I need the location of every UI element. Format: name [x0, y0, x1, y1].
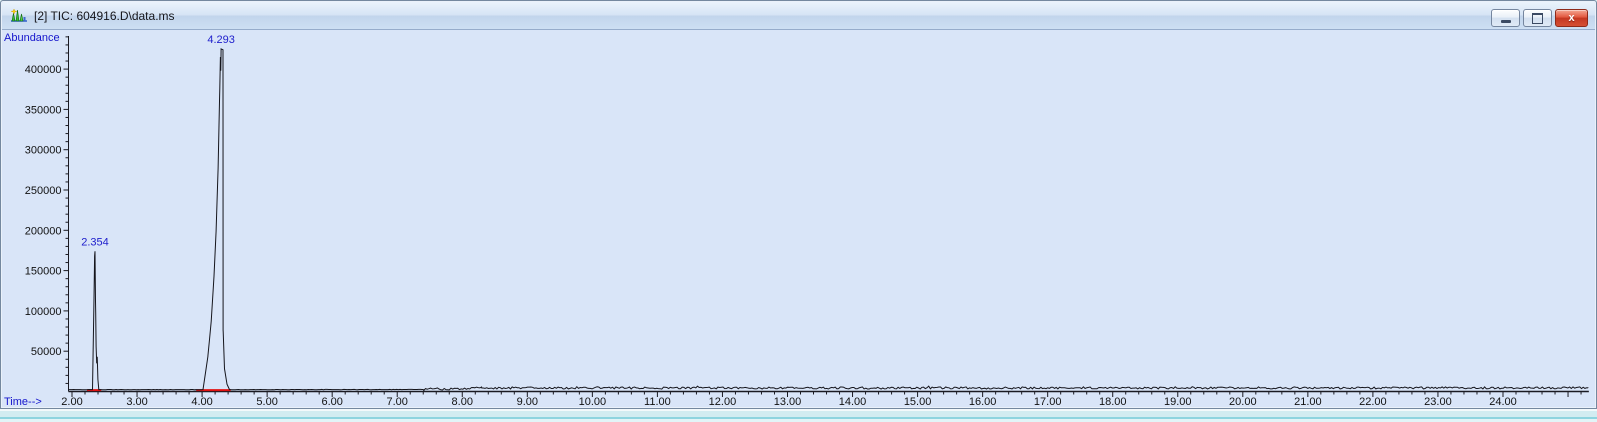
window-controls: x	[1491, 9, 1588, 27]
svg-text:13.00: 13.00	[774, 396, 802, 408]
svg-text:2.354: 2.354	[81, 236, 109, 248]
close-button[interactable]: x	[1555, 9, 1588, 27]
svg-text:19.00: 19.00	[1164, 396, 1192, 408]
svg-text:18.00: 18.00	[1099, 396, 1127, 408]
chromatogram-plot[interactable]: Abundance Time--> 50000 100000 150000 200000 2…	[3, 29, 1596, 409]
svg-text:6.00: 6.00	[321, 396, 342, 408]
svg-text:5.00: 5.00	[256, 396, 277, 408]
chromatogram-window: [2] TIC: 604916.D\data.ms x Abundance Tim…	[0, 0, 1597, 409]
svg-text:4.293: 4.293	[207, 34, 235, 46]
svg-text:300000: 300000	[25, 145, 62, 157]
maximize-icon	[1532, 13, 1543, 24]
svg-text:22.00: 22.00	[1359, 396, 1387, 408]
svg-text:10.00: 10.00	[579, 396, 607, 408]
plot-area[interactable]: Abundance Time--> 50000 100000 150000 200000 2…	[3, 29, 1596, 409]
svg-text:16.00: 16.00	[969, 396, 997, 408]
minimize-button[interactable]	[1491, 9, 1520, 27]
svg-text:Abundance: Abundance	[4, 32, 60, 44]
svg-text:100000: 100000	[25, 306, 62, 318]
svg-text:200000: 200000	[25, 225, 62, 237]
svg-text:250000: 250000	[25, 185, 62, 197]
minimize-icon	[1501, 20, 1511, 23]
svg-text:400000: 400000	[25, 64, 62, 76]
svg-text:12.00: 12.00	[709, 396, 737, 408]
window-title: [2] TIC: 604916.D\data.ms	[34, 9, 175, 23]
svg-text:17.00: 17.00	[1034, 396, 1062, 408]
svg-text:150000: 150000	[25, 266, 62, 278]
maximize-button[interactable]	[1523, 9, 1552, 27]
svg-text:15.00: 15.00	[904, 396, 932, 408]
svg-text:Time-->: Time-->	[4, 396, 42, 408]
svg-text:23.00: 23.00	[1424, 396, 1452, 408]
svg-text:9.00: 9.00	[517, 396, 538, 408]
svg-text:11.00: 11.00	[644, 396, 671, 408]
svg-text:350000: 350000	[25, 104, 62, 116]
svg-text:24.00: 24.00	[1489, 396, 1517, 408]
svg-text:2.00: 2.00	[61, 396, 82, 408]
svg-text:20.00: 20.00	[1229, 396, 1257, 408]
svg-text:50000: 50000	[31, 346, 62, 358]
svg-text:4.00: 4.00	[191, 396, 212, 408]
svg-text:21.00: 21.00	[1294, 396, 1322, 408]
svg-text:7.00: 7.00	[387, 396, 408, 408]
chromatogram-icon[interactable]	[11, 8, 27, 24]
svg-text:3.00: 3.00	[126, 396, 147, 408]
svg-text:8.00: 8.00	[452, 396, 473, 408]
svg-text:14.00: 14.00	[839, 396, 867, 408]
close-icon: x	[1568, 13, 1574, 24]
title-bar[interactable]: [2] TIC: 604916.D\data.ms x	[2, 2, 1595, 30]
